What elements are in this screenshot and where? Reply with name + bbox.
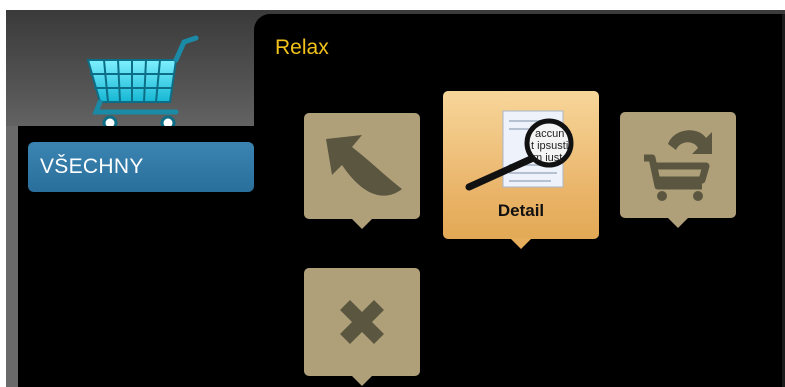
return-to-cart-button[interactable] (620, 112, 736, 228)
detail-label: Detail (497, 201, 545, 220)
shopping-cart-icon (86, 35, 199, 131)
document-text-line-2: t ipsusti (531, 140, 568, 152)
back-button[interactable] (304, 113, 420, 229)
back-arrow-icon (326, 135, 402, 196)
remove-button[interactable] (304, 268, 420, 386)
document-text-line-1: accun (535, 128, 564, 140)
detail-button[interactable]: accun t ipsusti m iust Detail (443, 91, 599, 249)
section-title: Relax (275, 36, 329, 59)
magnifier-document-icon: accun t ipsusti m iust (465, 110, 574, 191)
category-item-all[interactable]: VŠECHNY (28, 142, 254, 192)
app-window: VŠECHNY Relax accun t ipsusti m iust Det… (0, 0, 785, 387)
close-x-icon (340, 300, 384, 344)
cart-return-icon (644, 130, 712, 201)
cart-header-area (6, 10, 264, 145)
document-text-line-3: m iust (533, 152, 562, 164)
